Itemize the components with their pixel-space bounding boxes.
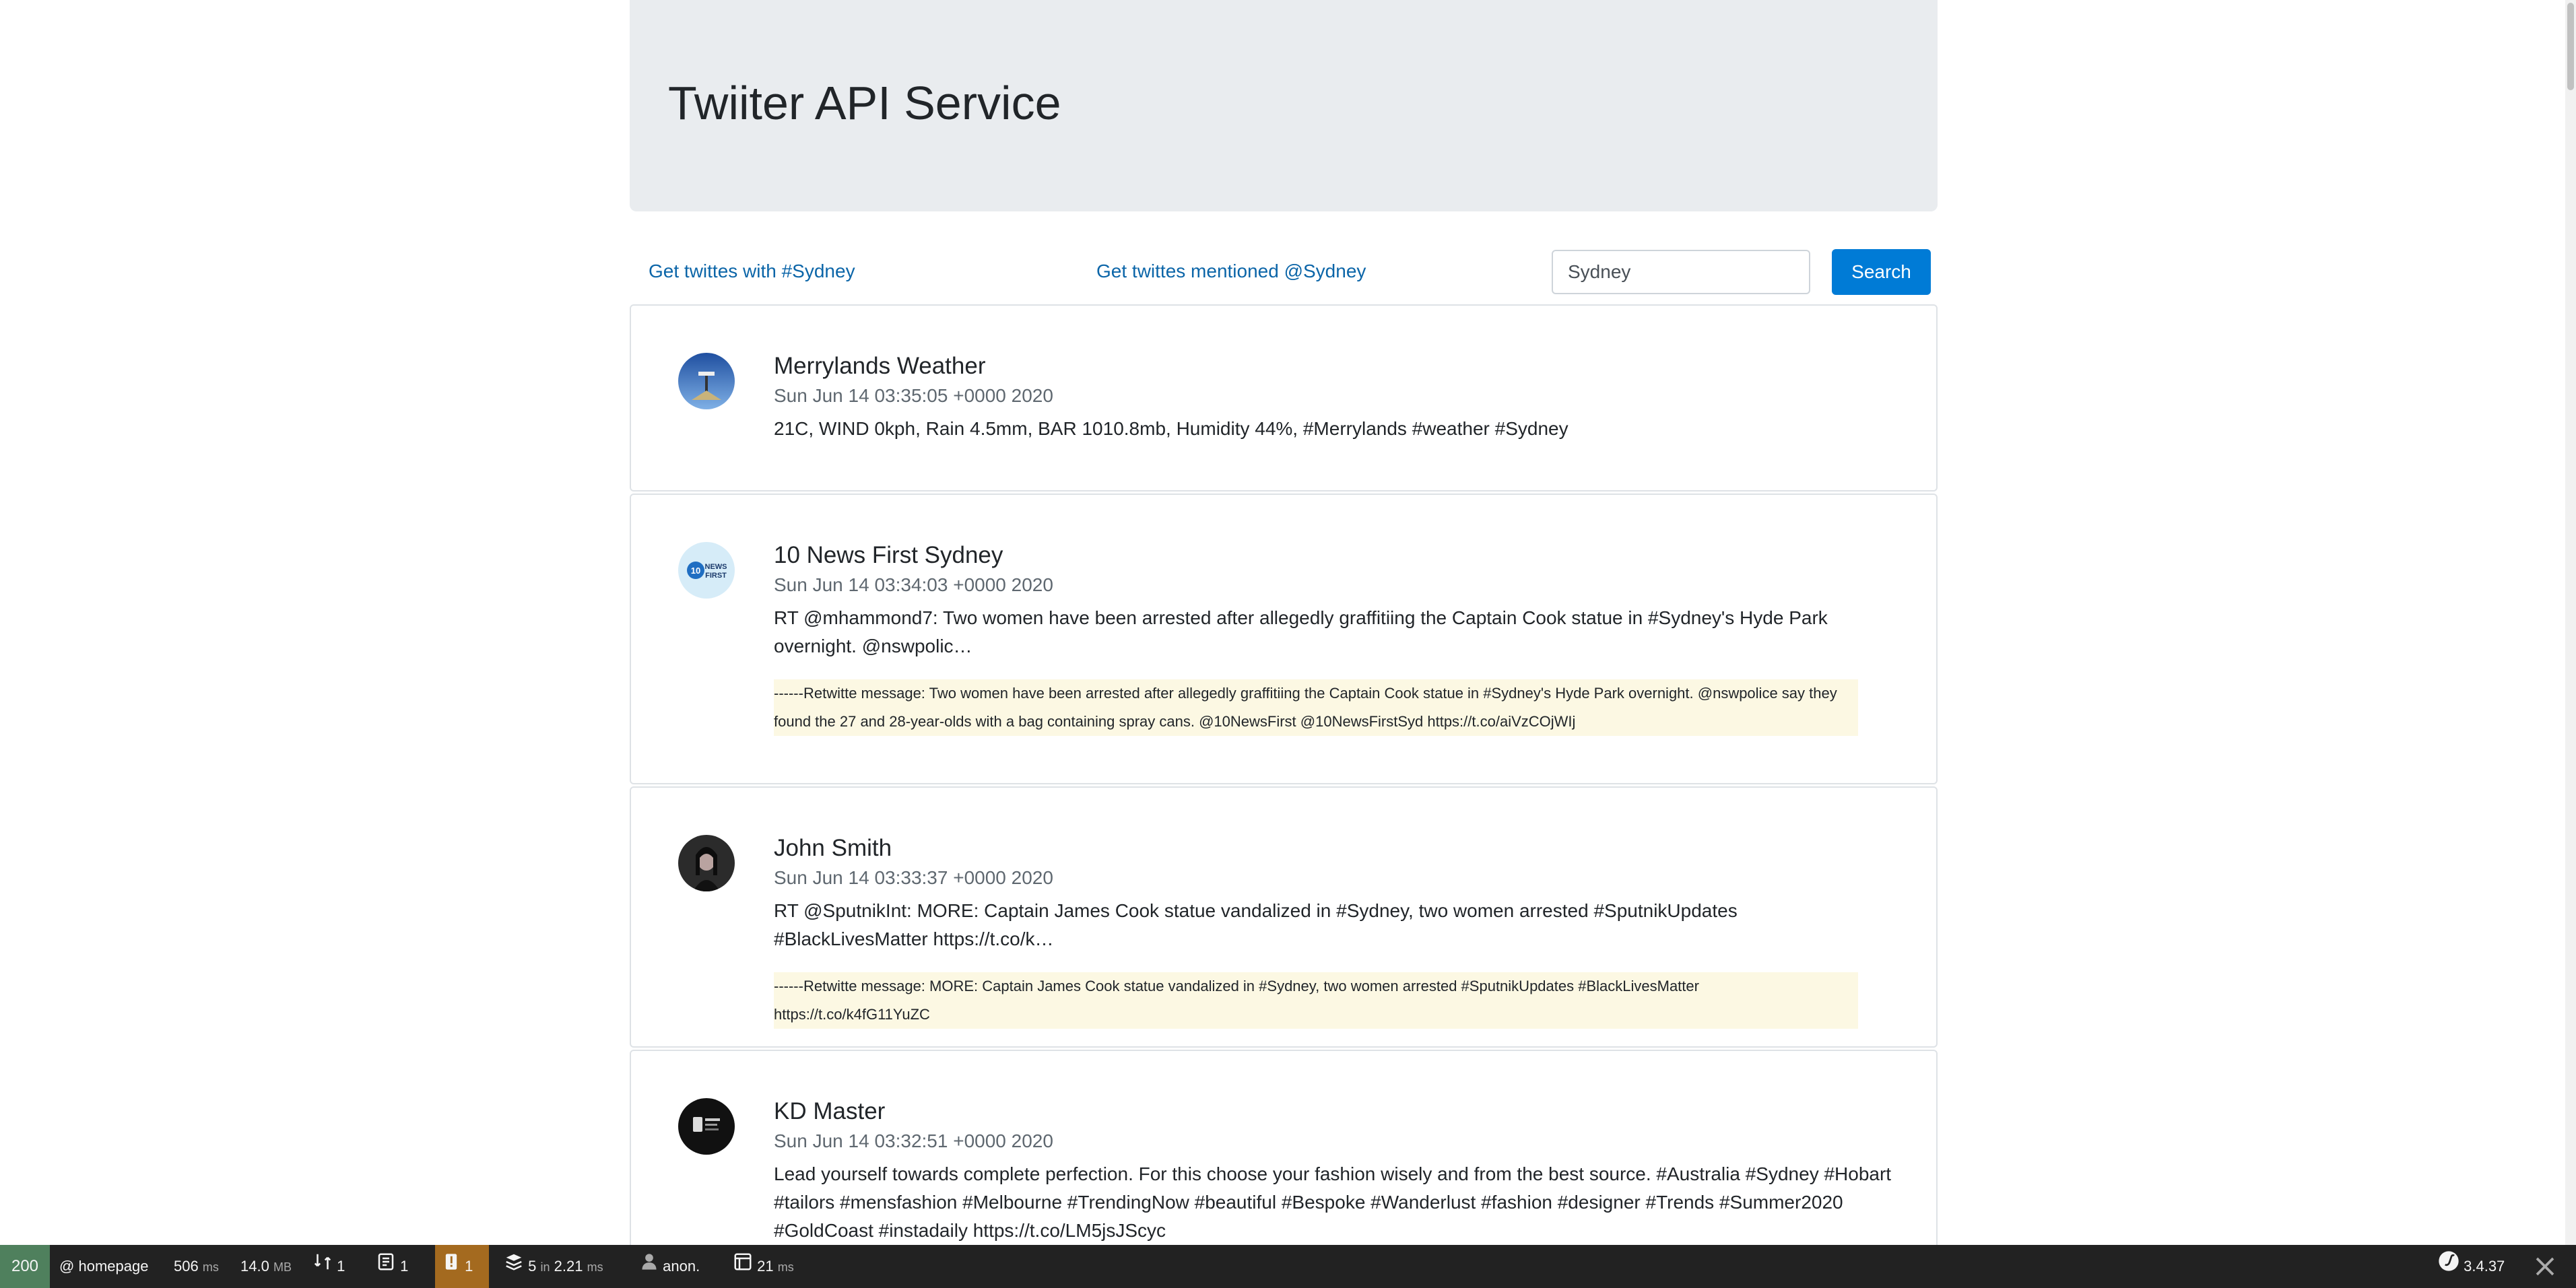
page-title: Twiiter API Service (668, 77, 1061, 129)
tweet-card: Merrylands Weather Sun Jun 14 03:35:05 +… (630, 304, 1938, 492)
status-code-badge[interactable]: 200 (0, 1245, 50, 1288)
tweet-author-name: 10 News First Sydney (774, 542, 1003, 568)
warnings-indicator[interactable]: 1 (435, 1245, 489, 1288)
debug-toolbar: 200 @ homepage 506 ms 14.0 MB 1 1 1 5 in… (0, 1245, 2576, 1288)
tweet-author-name: KD Master (774, 1098, 886, 1124)
scrollbar-thumb[interactable] (2567, 3, 2574, 90)
route-indicator[interactable]: @ homepage (59, 1245, 148, 1288)
user-indicator[interactable]: anon. (640, 1245, 700, 1288)
svg-text:10: 10 (691, 566, 700, 576)
retweet-message: ------Retwitte message: Two women have b… (774, 679, 1858, 736)
svg-text:FIRST: FIRST (705, 572, 727, 580)
requests-count: 1 (337, 1258, 345, 1275)
avatar (678, 353, 735, 409)
time-value: 506 (174, 1258, 199, 1275)
time-indicator[interactable]: 506 ms (174, 1245, 219, 1288)
svg-text:NEWS: NEWS (705, 563, 727, 571)
memory-unit: MB (273, 1260, 292, 1274)
page-scrollbar[interactable] (2565, 0, 2576, 1245)
symfony-logo-icon (2438, 1246, 2459, 1288)
avatar (678, 1098, 735, 1155)
tweet-text: Lead yourself towards complete perfectio… (774, 1163, 1892, 1241)
requests-indicator[interactable]: 1 (312, 1245, 345, 1288)
tweet-author-name: John Smith (774, 835, 892, 861)
db-unit: ms (587, 1260, 603, 1274)
time-unit: ms (202, 1260, 219, 1274)
page: Twiiter API Service Get twittes with #Sy… (0, 0, 2576, 1288)
close-toolbar-icon[interactable] (2533, 1254, 2557, 1279)
database-icon (504, 1246, 524, 1288)
tweet-date: Sun Jun 14 03:34:03 +0000 2020 (774, 574, 1053, 595)
tweet-author-name: Merrylands Weather (774, 353, 986, 379)
tweet-date: Sun Jun 14 03:35:05 +0000 2020 (774, 385, 1053, 406)
symfony-version: 3.4.37 (2464, 1258, 2505, 1275)
render-unit: ms (777, 1260, 794, 1274)
search-button[interactable]: Search (1832, 249, 1931, 295)
template-icon (733, 1246, 753, 1288)
avatar (678, 835, 735, 891)
tweet-card: John Smith Sun Jun 14 03:33:37 +0000 202… (630, 786, 1938, 1048)
tweet-card: 10 NEWS FIRST 10 News First Sydney Sun J… (630, 494, 1938, 784)
hashtag-tweets-link[interactable]: Get twittes with #Sydney (649, 258, 855, 285)
search-input[interactable] (1552, 250, 1810, 294)
symfony-version-indicator[interactable]: 3.4.37 (2438, 1245, 2505, 1288)
render-time: 21 (757, 1258, 774, 1275)
jumbotron-header: Twiiter API Service (630, 0, 1938, 211)
at-icon: @ (59, 1258, 75, 1275)
retweet-message: ------Retwitte message: MORE: Captain Ja… (774, 972, 1858, 1029)
user-icon (640, 1246, 659, 1288)
tweet-text: RT @mhammond7: Two women have been arres… (774, 607, 1828, 656)
memory-value: 14.0 (240, 1258, 269, 1275)
route-name: homepage (78, 1258, 149, 1275)
memory-indicator[interactable]: 14.0 MB (240, 1245, 292, 1288)
avatar: 10 NEWS FIRST (678, 542, 735, 599)
db-queries: 5 (528, 1258, 537, 1275)
tweet-list: Merrylands Weather Sun Jun 14 03:35:05 +… (630, 304, 1938, 1288)
user-name: anon. (663, 1258, 700, 1275)
tweet-text: RT @SputnikInt: MORE: Captain James Cook… (774, 900, 1738, 949)
tweet-text: 21C, WIND 0kph, Rain 4.5mm, BAR 1010.8mb… (774, 418, 1568, 439)
db-time: 2.21 (554, 1258, 583, 1275)
tweet-date: Sun Jun 14 03:32:51 +0000 2020 (774, 1130, 1053, 1151)
forms-count: 1 (400, 1258, 409, 1275)
render-time-indicator[interactable]: 21 ms (733, 1245, 794, 1288)
http-request-icon (312, 1246, 333, 1288)
warning-icon (442, 1246, 461, 1288)
tweet-date: Sun Jun 14 03:33:37 +0000 2020 (774, 867, 1053, 888)
form-icon (376, 1246, 396, 1288)
database-indicator[interactable]: 5 in 2.21 ms (504, 1245, 603, 1288)
warnings-count: 1 (465, 1258, 473, 1275)
db-in: in (540, 1260, 550, 1274)
mention-tweets-link[interactable]: Get twittes mentioned @Sydney (1096, 258, 1366, 285)
forms-indicator[interactable]: 1 (376, 1245, 408, 1288)
